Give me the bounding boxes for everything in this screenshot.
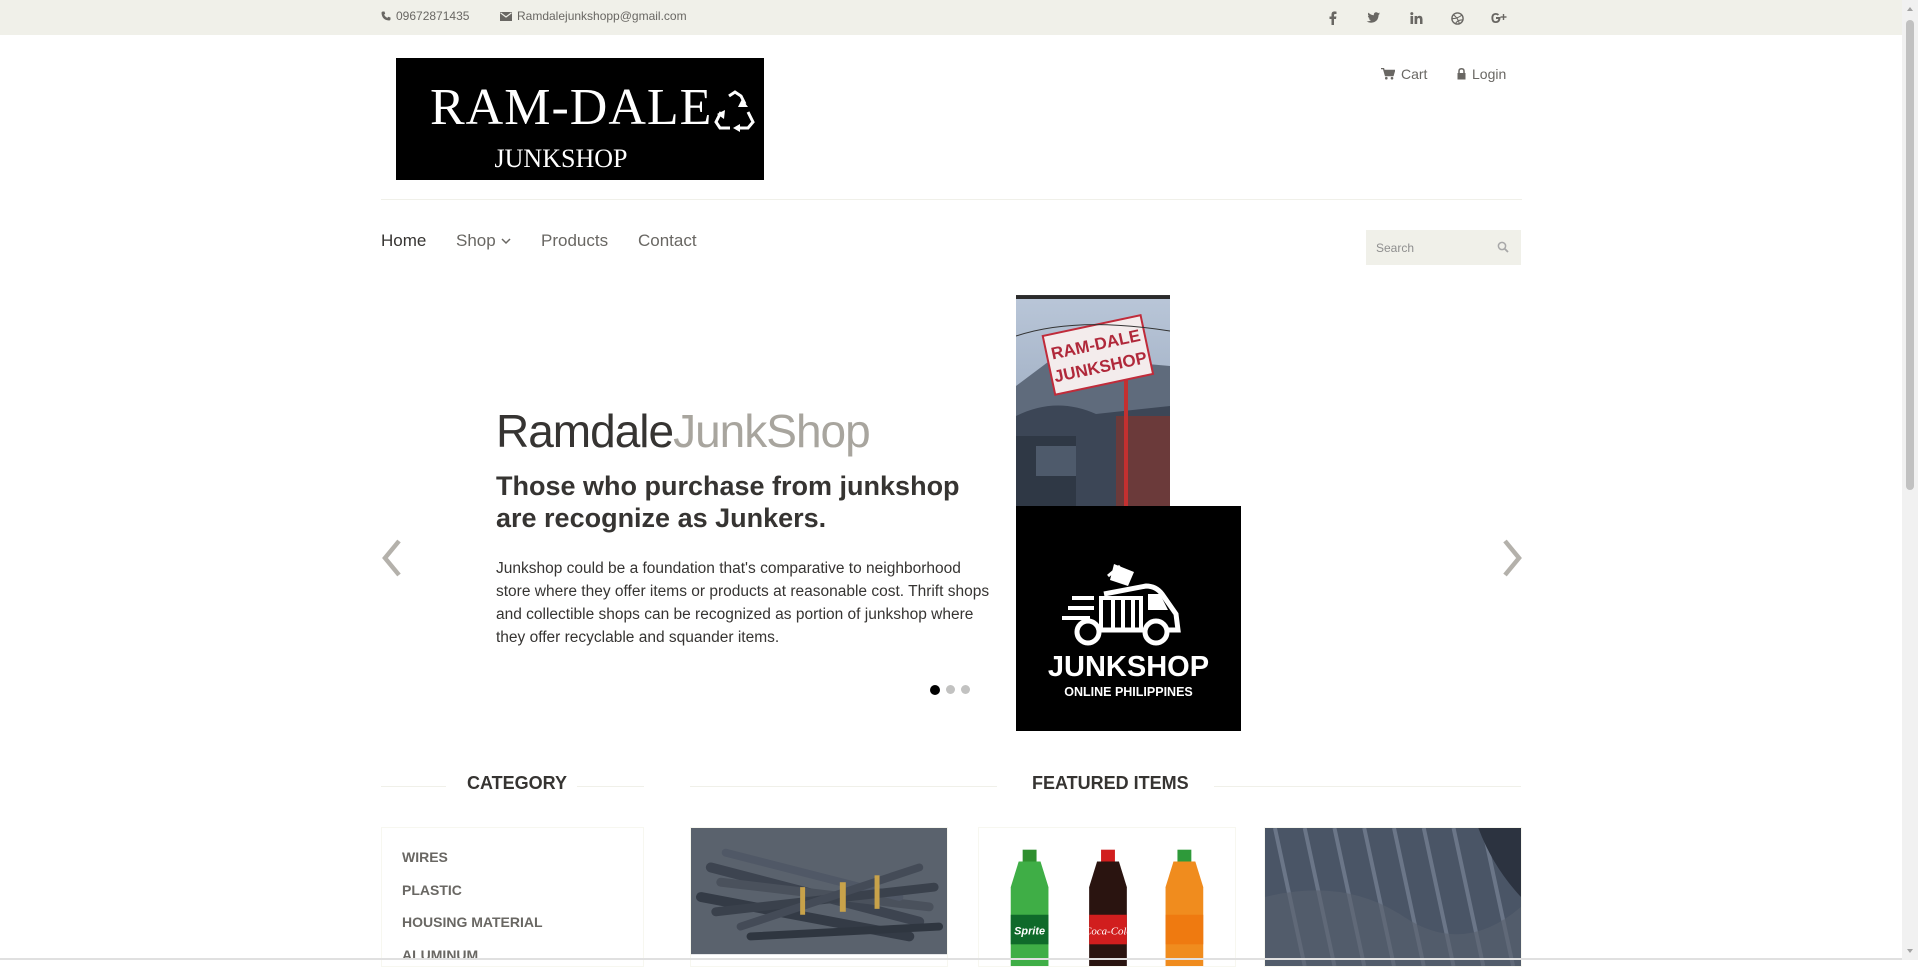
search-input[interactable]: [1366, 230, 1496, 265]
svg-text:Sprite: Sprite: [1014, 925, 1045, 937]
badge-subtitle: ONLINE PHILIPPINES: [1064, 685, 1193, 699]
site-logo[interactable]: RAM-DALE JUNKSHOP: [396, 58, 764, 180]
category-title-rule-right: [577, 786, 644, 787]
nav-products[interactable]: Products: [541, 231, 608, 251]
facebook-icon[interactable]: [1322, 7, 1344, 29]
cart-icon: [1381, 68, 1395, 80]
category-item-wires[interactable]: Wires: [402, 849, 448, 865]
featured-title-rule-left: [690, 786, 997, 787]
chevron-left-icon: [382, 539, 401, 577]
slider-dot-1[interactable]: [930, 684, 940, 695]
featured-title: Featured Items: [1032, 773, 1189, 793]
phone-number[interactable]: 09672871435: [396, 9, 469, 23]
category-list: Wires Plastic Housing Material Aluminum: [381, 827, 644, 967]
search-icon[interactable]: [1497, 241, 1509, 253]
lock-icon: [1457, 68, 1466, 80]
chevron-down-icon: [501, 237, 511, 244]
category-title-rule-left: [381, 786, 446, 787]
nav-contact-label: Contact: [638, 231, 697, 250]
product-card-roofing-sheet[interactable]: [1264, 827, 1522, 967]
category-title: Category: [467, 773, 568, 793]
nav-shop-label: Shop: [456, 231, 496, 250]
envelope-icon: [500, 11, 512, 21]
twitter-icon[interactable]: [1362, 7, 1384, 29]
cart-link[interactable]: Cart: [1381, 66, 1427, 82]
top-contact-bar: 09672871435 Ramdalejunkshopp@gmail.com: [0, 0, 1902, 35]
svg-text:Coca-Cola: Coca-Cola: [1084, 925, 1132, 937]
roofing-sheet-image[interactable]: [1265, 828, 1521, 966]
nav-contact[interactable]: Contact: [638, 231, 697, 251]
phone-icon: [381, 11, 391, 21]
header-divider: [381, 199, 1522, 200]
badge-title: JUNKSHOP: [1048, 651, 1209, 683]
product-card-soda-bottles[interactable]: Sprite Coca-Cola: [978, 827, 1236, 967]
nav-shop[interactable]: Shop: [456, 231, 511, 251]
slider-dot-3[interactable]: [961, 685, 970, 694]
cart-label: Cart: [1401, 66, 1428, 82]
login-label: Login: [1472, 66, 1507, 82]
slide-heading: Those who purchase from junkshop are rec…: [496, 471, 960, 533]
google-plus-icon[interactable]: [1488, 7, 1510, 29]
slide-title-part1: Ramdale: [496, 405, 674, 457]
junkshop-sign-photo: RAM-DALE JUNKSHOP: [1016, 295, 1170, 507]
scrollbar-thumb[interactable]: [1906, 20, 1914, 490]
logo-text-secondary: JUNKSHOP: [494, 144, 628, 173]
dribbble-icon[interactable]: [1446, 7, 1468, 29]
scroll-down-arrow-icon[interactable]: [1902, 944, 1918, 958]
phone-contact: 09672871435: [381, 9, 469, 23]
slider-next-arrow[interactable]: [1496, 536, 1526, 580]
slide-title: RamdaleJunkShop: [496, 405, 871, 458]
junkshop-online-badge: JUNKSHOP ONLINE PHILIPPINES: [1016, 506, 1241, 731]
wires-image[interactable]: [691, 828, 947, 966]
category-item-aluminum[interactable]: Aluminum: [402, 947, 478, 963]
chevron-right-icon: [1503, 539, 1522, 577]
slide-title-part2: JunkShop: [673, 405, 871, 457]
category-item-housing-material[interactable]: Housing Material: [402, 914, 543, 930]
login-link[interactable]: Login: [1457, 66, 1506, 82]
category-item-plastic[interactable]: Plastic: [402, 882, 462, 898]
product-card-wires[interactable]: [690, 827, 948, 967]
soda-bottles-image[interactable]: Sprite Coca-Cola: [979, 828, 1235, 966]
logo-text-primary: RAM-DALE: [430, 79, 713, 136]
search-box: [1366, 230, 1521, 265]
linkedin-icon[interactable]: [1405, 7, 1427, 29]
email-contact: Ramdalejunkshopp@gmail.com: [500, 9, 687, 23]
nav-home[interactable]: Home: [381, 231, 426, 251]
nav-home-label: Home: [381, 231, 427, 250]
featured-title-rule-right: [1214, 786, 1521, 787]
slide-body-text: Junkshop could be a foundation that's co…: [496, 560, 990, 646]
slider-dot-2[interactable]: [946, 685, 955, 694]
nav-products-label: Products: [541, 231, 609, 250]
slider-prev-arrow[interactable]: [378, 536, 408, 580]
email-address[interactable]: Ramdalejunkshopp@gmail.com: [517, 9, 687, 23]
slider-indicators: [930, 684, 970, 695]
scroll-up-arrow-icon[interactable]: [1902, 2, 1918, 16]
recycle-icon: [714, 90, 755, 132]
page-scrollbar[interactable]: [1902, 0, 1918, 960]
